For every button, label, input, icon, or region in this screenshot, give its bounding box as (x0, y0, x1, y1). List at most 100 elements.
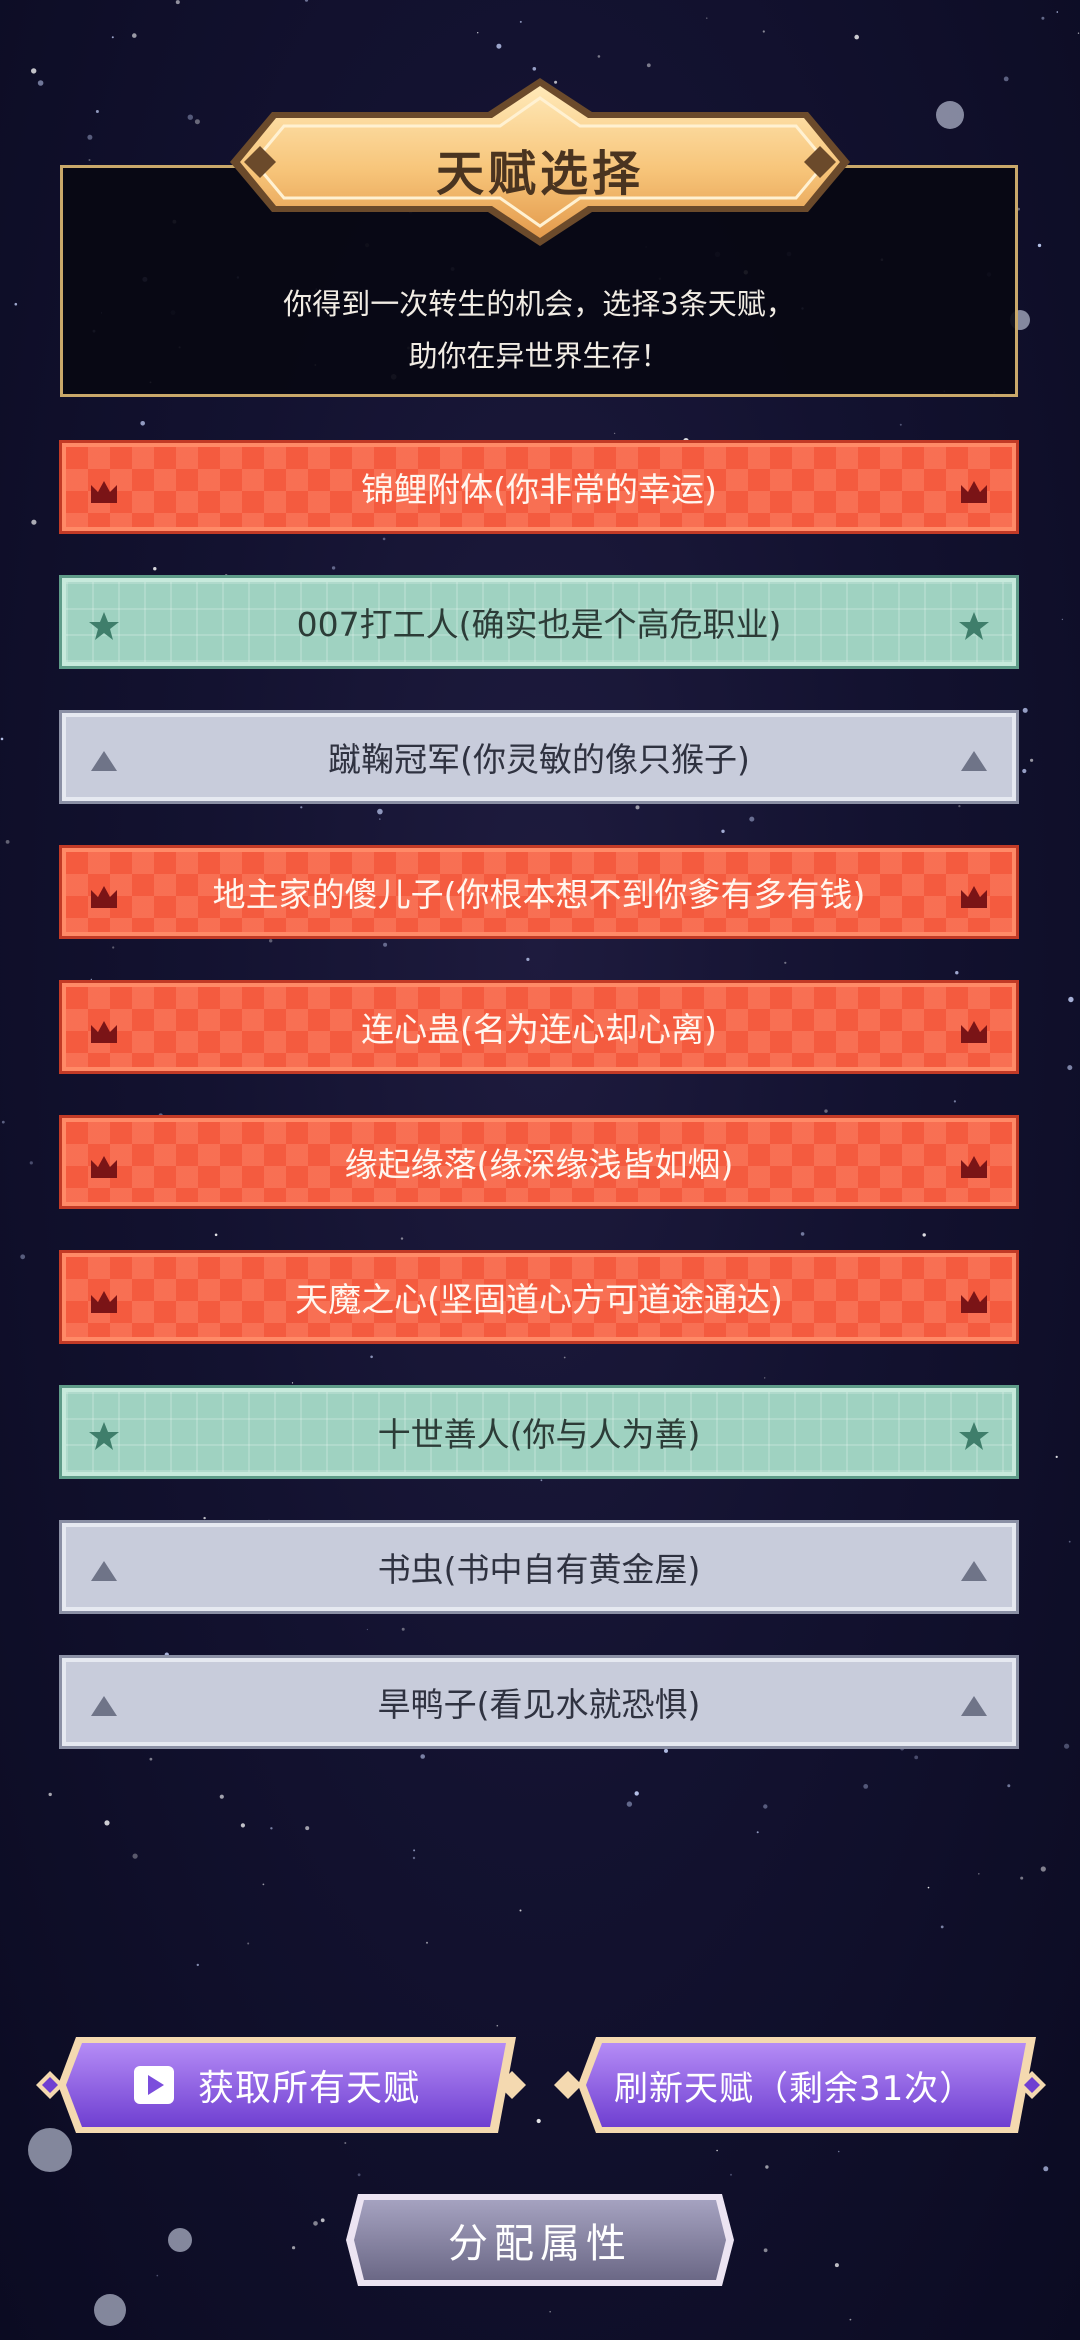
star (958, 805, 961, 808)
talent-label: 旱鸭子(看见水就恐惧) (377, 1685, 701, 1724)
star (379, 818, 381, 820)
glow-star (168, 2228, 192, 2252)
talent-label: 蹴鞠冠军(你灵敏的像只猴子) (328, 740, 750, 779)
talent-option[interactable]: 十世善人(你与人为善) (59, 1385, 1019, 1479)
star (132, 33, 137, 38)
star (927, 1886, 930, 1889)
star (1068, 996, 1074, 1003)
star (240, 1823, 245, 1828)
star (721, 829, 725, 833)
star (366, 1628, 368, 1631)
star (383, 942, 388, 947)
star (31, 68, 37, 74)
star (1, 1120, 5, 1124)
talent-option[interactable]: 蹴鞠冠军(你灵敏的像只猴子) (59, 710, 1019, 804)
star (953, 1100, 957, 1103)
talent-option[interactable]: 缘起缘落(缘深缘浅皆如烟) (59, 1115, 1019, 1209)
star (1030, 758, 1034, 762)
star (1022, 707, 1028, 713)
crown-icon (958, 1015, 990, 1047)
crown-icon (88, 880, 120, 912)
star (837, 2150, 840, 2153)
triangle-icon (88, 1555, 120, 1587)
star (194, 119, 200, 125)
star (519, 1909, 522, 1912)
star (104, 1820, 110, 1826)
star (14, 302, 18, 306)
star (203, 1516, 206, 1520)
intro-description: 你得到一次转生的机会，选择3条天赋， 助你在异世界生存！ (63, 278, 1015, 382)
star (1037, 243, 1042, 248)
star (496, 43, 502, 49)
star-icon (88, 610, 120, 642)
star (175, 0, 180, 5)
star (224, 574, 228, 578)
star (270, 1827, 273, 1830)
star (824, 1109, 828, 1113)
talent-option[interactable]: 书虫(书中自有黄金屋) (59, 1520, 1019, 1614)
talent-option[interactable]: 连心蛊(名为连心却心离) (59, 980, 1019, 1074)
star (196, 1963, 199, 1967)
star (978, 1873, 980, 1875)
allocate-attributes-button[interactable]: 分配属性 (342, 2190, 738, 2290)
star (955, 971, 959, 975)
crown-icon (88, 1150, 120, 1182)
star (31, 519, 37, 525)
talent-option[interactable]: 旱鸭子(看见水就恐惧) (59, 1655, 1019, 1749)
star (305, 1826, 310, 1831)
star (111, 36, 114, 39)
refresh-talents-button[interactable]: 刷新天赋（剩余31次） (550, 2033, 1050, 2137)
star (140, 421, 145, 426)
star (763, 1804, 768, 1809)
get-all-talents-button[interactable]: 获取所有天赋 (30, 2033, 530, 2137)
star (48, 1792, 52, 1797)
glow-star (936, 101, 964, 129)
crown-icon (88, 475, 120, 507)
star (749, 816, 755, 822)
star (762, 30, 765, 33)
star (914, 1755, 919, 1760)
star (597, 55, 601, 58)
talent-option[interactable]: 007打工人(确实也是个高危职业) (59, 575, 1019, 669)
star (377, 808, 383, 815)
talent-option[interactable]: 地主家的傻儿子(你根本想不到你爹有多有钱) (59, 845, 1019, 939)
star (525, 1072, 527, 1074)
triangle-icon (88, 1690, 120, 1722)
triangle-icon (958, 1690, 990, 1722)
star (1055, 1455, 1058, 1458)
star (214, 1233, 218, 1237)
glow-star (94, 2294, 126, 2326)
star (219, 1794, 224, 1799)
star (716, 2149, 718, 2152)
star (849, 2318, 852, 2321)
star (1068, 1540, 1071, 1543)
talent-option[interactable]: 天魔之心(坚固道心方可道途通达) (59, 1250, 1019, 1344)
talent-label: 天魔之心(坚固道心方可道途通达) (295, 1280, 783, 1319)
crown-icon (958, 1285, 990, 1317)
star (1003, 76, 1009, 82)
star (1043, 2166, 1049, 2172)
star (1077, 32, 1080, 34)
triangle-icon (88, 745, 120, 777)
star (95, 110, 99, 113)
star (320, 2218, 325, 2223)
star (382, 537, 386, 541)
page-title: 天赋选择 (435, 146, 644, 202)
star (29, 1161, 33, 1165)
star (1041, 16, 1045, 20)
talent-option[interactable]: 锦鲤附体(你非常的幸运) (59, 440, 1019, 534)
star (664, 1748, 668, 1753)
star (940, 1925, 944, 1929)
star (426, 1941, 428, 1944)
star (477, 32, 479, 34)
intro-line-1: 你得到一次转生的机会，选择3条天赋， (283, 287, 795, 321)
star (899, 423, 902, 426)
star (132, 1853, 138, 1859)
star (37, 80, 44, 86)
star (158, 1113, 163, 1118)
star (764, 1377, 766, 1379)
star (413, 1849, 416, 1852)
star (519, 20, 522, 23)
crown-icon (958, 475, 990, 507)
star (626, 1801, 633, 1807)
